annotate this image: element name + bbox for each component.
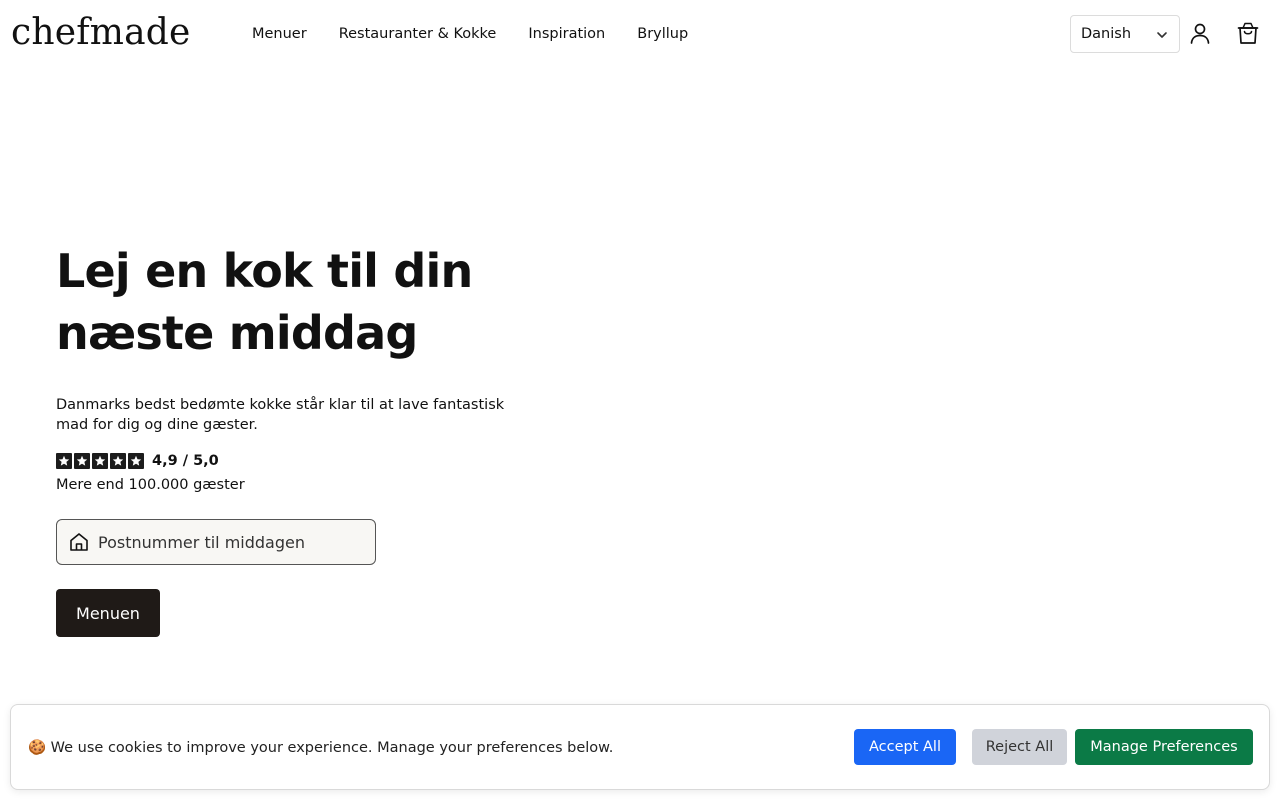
language-select[interactable]: Danish — [1070, 15, 1180, 53]
hero-title-line-2: næste middag — [56, 306, 418, 360]
site-header: chefmade Menuer Restauranter & Kokke Ins… — [0, 0, 1280, 68]
user-icon[interactable] — [1188, 21, 1212, 45]
nav-item-restauranter-kokke[interactable]: Restauranter & Kokke — [339, 24, 497, 44]
star-rating — [56, 453, 144, 469]
rating-row: 4,9 / 5,0 — [56, 451, 219, 471]
chevron-down-icon — [1157, 32, 1167, 38]
guest-count: Mere end 100.000 gæster — [56, 477, 245, 493]
menu-cta-button[interactable]: Menuen — [56, 589, 160, 637]
star-icon — [74, 453, 90, 469]
zip-code-input[interactable] — [98, 532, 358, 552]
language-select-value: Danish — [1081, 26, 1132, 42]
star-icon — [128, 453, 144, 469]
star-icon — [92, 453, 108, 469]
main-nav: Menuer Restauranter & Kokke Inspiration … — [252, 24, 688, 44]
hero-title: Lej en kok til din næste middag — [56, 240, 536, 364]
hero-subtitle: Danmarks bedst bedømte kokke står klar t… — [56, 397, 505, 433]
nav-item-bryllup[interactable]: Bryllup — [637, 24, 688, 44]
hero-section: Lej en kok til din næste middag — [56, 240, 536, 364]
home-icon — [70, 533, 88, 551]
star-icon — [56, 453, 72, 469]
nav-item-menuer[interactable]: Menuer — [252, 24, 307, 44]
chefmade-logo[interactable]: chefmade — [11, 10, 191, 56]
accept-all-button[interactable]: Accept All — [854, 729, 956, 765]
nav-item-inspiration[interactable]: Inspiration — [528, 24, 605, 44]
reject-all-button[interactable]: Reject All — [972, 729, 1067, 765]
zip-code-field[interactable] — [56, 519, 376, 565]
shopping-bag-icon[interactable] — [1236, 21, 1260, 45]
cookie-banner: 🍪 We use cookies to improve your experie… — [10, 704, 1270, 790]
hero-title-line-1: Lej en kok til din — [56, 244, 473, 298]
rating-score: 4,9 / 5,0 — [152, 453, 219, 469]
cookie-message: 🍪 We use cookies to improve your experie… — [28, 740, 614, 756]
manage-preferences-button[interactable]: Manage Preferences — [1075, 729, 1253, 765]
star-icon — [110, 453, 126, 469]
